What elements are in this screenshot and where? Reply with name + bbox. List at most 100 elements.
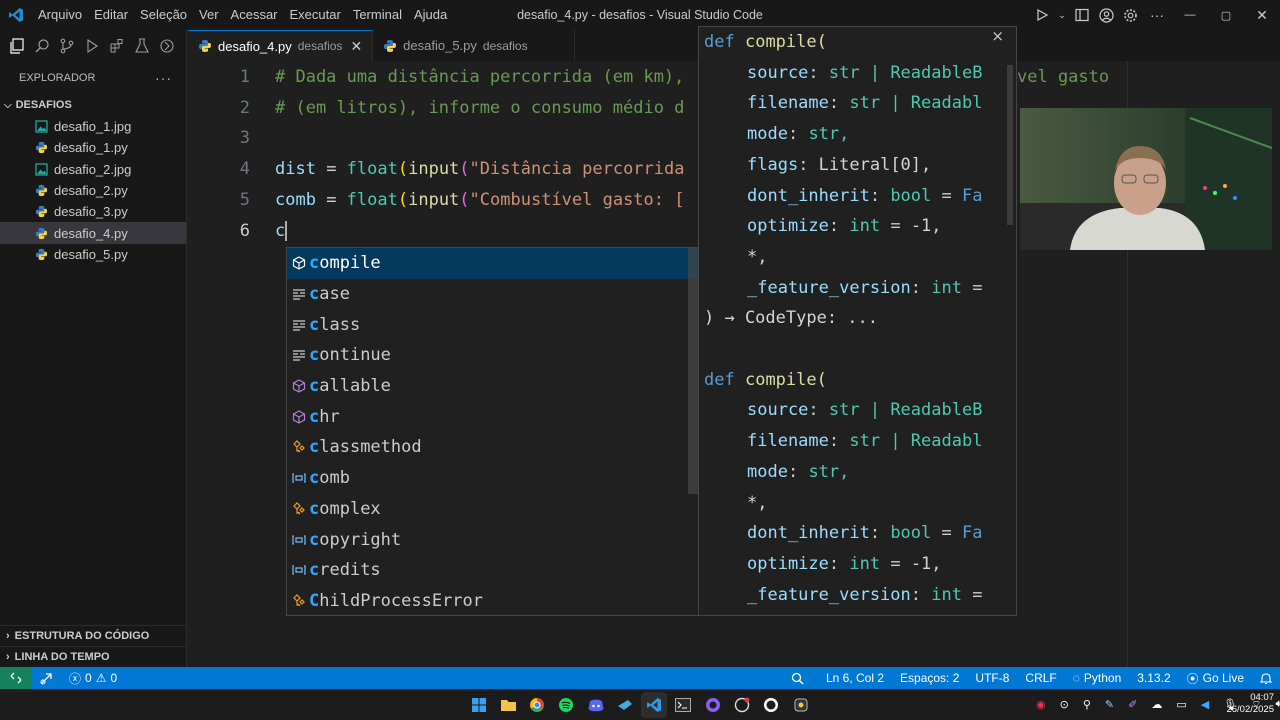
source-control-icon[interactable] xyxy=(56,32,77,60)
match-highlight: c xyxy=(309,284,320,305)
chrome-icon[interactable] xyxy=(524,692,550,718)
gear-icon[interactable] xyxy=(1118,0,1142,30)
tray-vscode-icon[interactable]: ◀ xyxy=(1201,698,1209,711)
tray-steam-icon[interactable]: ☁ xyxy=(1151,698,1162,711)
sidebar-file-item[interactable]: desafio_3.py xyxy=(0,201,186,222)
go-live-button[interactable]: ⦿ Go Live xyxy=(1179,667,1252,689)
suggest-widget: c ompile c ase c lass c ontinue c allable c hr c lass… xyxy=(286,247,699,616)
problems-indicator[interactable]: ⓧ 0 ⚠ 0 xyxy=(61,667,125,689)
outline-section[interactable]: › ESTRUTURA DO CÓDIGO xyxy=(0,625,186,646)
encoding[interactable]: UTF-8 xyxy=(967,667,1017,689)
sidebar-file-item[interactable]: desafio_1.py xyxy=(0,137,186,158)
close-window-icon[interactable]: ✕ xyxy=(1244,0,1280,30)
suggest-item[interactable]: c redits xyxy=(287,555,698,586)
minimize-icon[interactable]: — xyxy=(1172,0,1208,30)
run-dropdown-icon[interactable]: ⌄ xyxy=(1054,0,1070,30)
suggest-item[interactable]: c lassmethod xyxy=(287,432,698,463)
folder-header[interactable]: ⌵ DESAFIOS xyxy=(0,94,186,116)
vscode-taskbar-icon[interactable] xyxy=(641,692,667,718)
suggest-item[interactable]: c omb xyxy=(287,463,698,494)
menu-arquivo[interactable]: Arquivo xyxy=(32,0,88,30)
menu-ajuda[interactable]: Ajuda xyxy=(408,0,453,30)
app-icon[interactable] xyxy=(729,692,755,718)
end-of-line[interactable]: CRLF xyxy=(1017,667,1064,689)
discord-icon[interactable] xyxy=(583,692,609,718)
suggest-item[interactable]: c ontinue xyxy=(287,340,698,371)
close-icon[interactable]: × xyxy=(991,27,1004,45)
suggest-scrollbar[interactable] xyxy=(688,248,698,494)
menu-selecao[interactable]: Seleção xyxy=(134,0,193,30)
tab-desafio-4[interactable]: desafio_4.py desafios ✕ xyxy=(188,30,374,61)
class-icon xyxy=(289,437,309,457)
tray-display-icon[interactable]: ▭ xyxy=(1176,698,1186,711)
maximize-icon[interactable]: ▢ xyxy=(1208,0,1244,30)
tab-desafio-5[interactable]: desafio_5.py desafios xyxy=(373,30,575,61)
cursor-position[interactable]: Ln 6, Col 2 xyxy=(818,667,892,689)
sidebar-file-item[interactable]: desafio_2.py xyxy=(0,180,186,201)
more-actions-icon[interactable]: ··· xyxy=(1142,0,1172,30)
match-highlight: c xyxy=(309,468,320,489)
tray-app-icon[interactable]: ⊙ xyxy=(1060,698,1069,711)
file-explorer-icon[interactable] xyxy=(495,692,521,718)
live-share-icon[interactable] xyxy=(32,667,61,689)
suggest-item[interactable]: c opyright xyxy=(287,524,698,555)
notifications-icon[interactable] xyxy=(1252,667,1280,689)
sidebar-file-item[interactable]: desafio_2.jpg xyxy=(0,159,186,180)
windows-start-icon[interactable] xyxy=(466,692,492,718)
suggest-item[interactable]: c lass xyxy=(287,309,698,340)
tray-volume-icon[interactable]: 🔊︎ xyxy=(1276,698,1280,711)
app-icon[interactable] xyxy=(788,692,814,718)
tray-app-icon[interactable]: ⚲ xyxy=(1083,698,1091,711)
sidebar-file-item[interactable]: desafio_5.py xyxy=(0,244,186,265)
run-debug-icon[interactable] xyxy=(81,32,102,60)
file-name: desafio_5.py xyxy=(54,246,128,262)
layout-icon[interactable] xyxy=(1070,0,1094,30)
suggest-item[interactable]: ChildProcessError xyxy=(287,586,698,617)
suggest-item[interactable]: c allable xyxy=(287,371,698,402)
python-version[interactable]: 3.13.2 xyxy=(1129,667,1178,689)
chevron-right-icon: › xyxy=(6,651,10,663)
search-icon[interactable] xyxy=(31,32,52,60)
indentation[interactable]: Espaços: 2 xyxy=(892,667,967,689)
module-icon xyxy=(289,253,309,273)
suggest-item-selected[interactable]: c ompile xyxy=(287,248,698,279)
explorer-more-icon[interactable]: ··· xyxy=(155,70,172,86)
details-scrollbar[interactable] xyxy=(1007,65,1013,225)
files-icon[interactable] xyxy=(6,32,27,60)
spotify-icon[interactable] xyxy=(553,692,579,718)
tray-app-icon[interactable]: ◉ xyxy=(1036,698,1046,711)
terminal-icon[interactable] xyxy=(670,692,696,718)
steam-icon[interactable] xyxy=(612,692,638,718)
sig1-param: filename: str | Readabl xyxy=(747,93,983,114)
explorer-header: EXPLORADOR ··· xyxy=(0,62,186,94)
extensions-icon[interactable] xyxy=(106,32,127,60)
webcam-image xyxy=(1020,108,1272,250)
chevron-right-icon: › xyxy=(6,630,10,642)
run-icon[interactable] xyxy=(1030,0,1054,30)
account-icon[interactable] xyxy=(1094,0,1118,30)
tray-app-icon[interactable]: ✐ xyxy=(1128,698,1137,711)
language-mode[interactable]: ◌ Python xyxy=(1065,667,1130,689)
suggest-item[interactable]: c hr xyxy=(287,401,698,432)
github-icon[interactable] xyxy=(700,692,726,718)
menu-terminal[interactable]: Terminal xyxy=(347,0,408,30)
menu-executar[interactable]: Executar xyxy=(284,0,347,30)
testing-icon[interactable] xyxy=(131,32,152,60)
python-file-icon xyxy=(34,247,48,261)
menu-ver[interactable]: Ver xyxy=(193,0,225,30)
obs-icon[interactable] xyxy=(758,692,784,718)
taskbar-clock[interactable]: 04:07 26/02/2025 xyxy=(1226,692,1274,716)
tab-label: desafio_5.py xyxy=(403,38,477,53)
suggest-item[interactable]: c ase xyxy=(287,279,698,310)
sidebar-file-item[interactable]: desafio_1.jpg xyxy=(0,116,186,137)
menu-editar[interactable]: Editar xyxy=(88,0,134,30)
timeline-section[interactable]: › LINHA DO TEMPO xyxy=(0,646,186,667)
remote-explorer-icon[interactable] xyxy=(156,32,177,60)
zoom-icon[interactable] xyxy=(783,667,812,689)
tray-app-icon[interactable]: ✎ xyxy=(1105,698,1114,711)
remote-indicator-icon[interactable] xyxy=(0,667,32,689)
menu-acessar[interactable]: Acessar xyxy=(225,0,284,30)
sidebar-file-item[interactable]: desafio_4.py xyxy=(0,222,186,244)
suggest-item[interactable]: c omplex xyxy=(287,494,698,525)
close-icon[interactable]: ✕ xyxy=(350,38,362,55)
